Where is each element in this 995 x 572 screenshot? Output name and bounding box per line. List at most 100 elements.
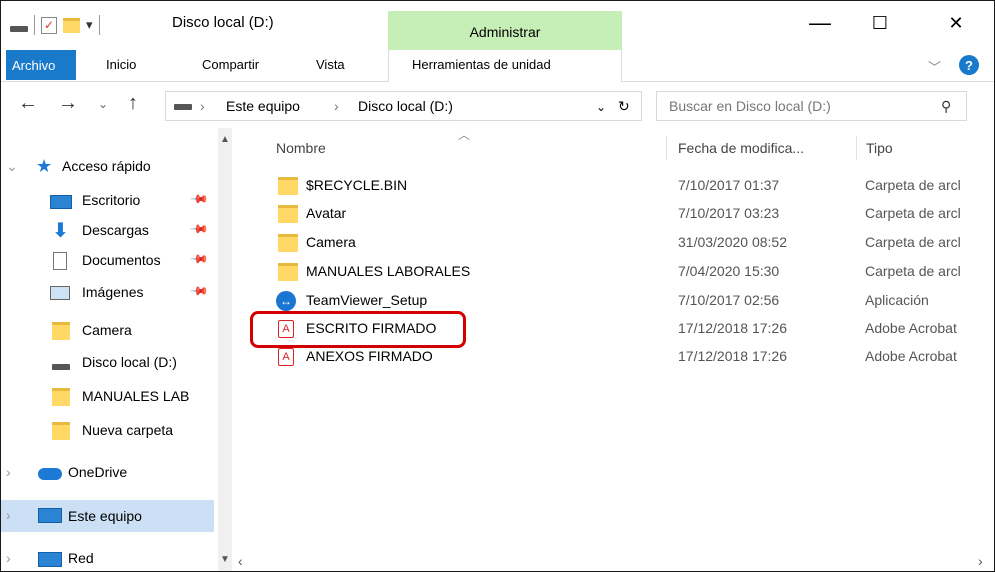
- nav-item-escritorio[interactable]: Escritorio 📌: [0, 186, 215, 216]
- toolbar-divider: [98, 15, 100, 35]
- help-icon[interactable]: ?: [959, 55, 979, 75]
- minimize-button[interactable]: —: [796, 6, 844, 40]
- horizontal-scrollbar[interactable]: ‹ ›: [232, 552, 995, 572]
- nav-red[interactable]: › Red: [0, 544, 215, 572]
- expand-ribbon-icon[interactable]: ﹀: [928, 57, 941, 76]
- nav-item-manuales[interactable]: MANUALES LAB: [0, 382, 215, 412]
- cloud-icon: [38, 468, 62, 480]
- back-icon[interactable]: ←: [18, 92, 38, 115]
- address-history-icon[interactable]: ⌄: [596, 100, 606, 114]
- file-type: Carpeta de arcl: [865, 205, 961, 221]
- nav-onedrive[interactable]: › OneDrive: [0, 458, 215, 488]
- folder-icon: [278, 205, 298, 223]
- search-icon[interactable]: ⚲: [941, 98, 951, 115]
- folder-icon: [278, 177, 298, 195]
- file-date: 7/04/2020 15:30: [678, 263, 780, 279]
- file-name: MANUALES LABORALES: [306, 263, 471, 279]
- network-icon: [38, 552, 62, 567]
- chevron-right-icon[interactable]: ›: [6, 507, 11, 523]
- file-date: 31/03/2020 08:52: [678, 234, 787, 250]
- refresh-icon[interactable]: ↻: [618, 98, 630, 115]
- tab-vista[interactable]: Vista: [316, 57, 345, 72]
- breadcrumb-separator-icon[interactable]: ›: [200, 98, 205, 114]
- column-header-date[interactable]: Fecha de modifica...: [678, 140, 804, 156]
- breadcrumb-separator-icon[interactable]: ›: [334, 98, 339, 114]
- pin-icon[interactable]: 📌: [189, 249, 209, 269]
- nav-label: Red: [68, 550, 94, 566]
- window-title: Disco local (D:): [172, 14, 274, 31]
- ribbon-tabs: Archivo Inicio Compartir Vista Herramien…: [0, 50, 995, 82]
- drive-icon: [52, 364, 70, 370]
- file-row[interactable]: Camera 31/03/2020 08:52 Carpeta de arcl: [272, 229, 987, 257]
- chevron-right-icon[interactable]: ›: [6, 550, 11, 566]
- forward-icon[interactable]: →: [58, 92, 78, 115]
- tab-herramientas-de-unidad[interactable]: Herramientas de unidad: [412, 57, 551, 72]
- breadcrumb-disco-local[interactable]: Disco local (D:): [358, 98, 453, 114]
- breadcrumb-este-equipo[interactable]: Este equipo: [226, 98, 300, 114]
- chevron-down-icon[interactable]: ⌄: [6, 158, 18, 175]
- up-icon[interactable]: ↑: [128, 92, 138, 115]
- nav-este-equipo[interactable]: › Este equipo: [0, 500, 214, 532]
- pin-icon[interactable]: 📌: [189, 281, 209, 301]
- close-button[interactable]: ✕: [932, 6, 980, 40]
- column-header-name[interactable]: Nombre: [276, 140, 326, 156]
- pin-icon[interactable]: 📌: [189, 219, 209, 239]
- column-header-type[interactable]: Tipo: [866, 140, 893, 156]
- file-row[interactable]: Avatar 7/10/2017 03:23 Carpeta de arcl: [272, 200, 987, 228]
- column-divider[interactable]: [666, 136, 667, 160]
- customize-toolbar-icon[interactable]: ▾: [86, 17, 93, 33]
- desktop-icon: [50, 195, 72, 209]
- file-name: ANEXOS FIRMADO: [306, 348, 433, 364]
- nav-item-nueva-carpeta[interactable]: Nueva carpeta: [0, 416, 215, 446]
- scroll-down-icon[interactable]: ▼: [220, 554, 230, 565]
- search-placeholder: Buscar en Disco local (D:): [669, 98, 831, 114]
- nav-item-camera[interactable]: Camera: [0, 316, 215, 346]
- pin-icon[interactable]: 📌: [189, 189, 209, 209]
- nav-item-documentos[interactable]: Documentos 📌: [0, 246, 215, 276]
- nav-item-imagenes[interactable]: Imágenes 📌: [0, 278, 215, 308]
- scroll-right-icon[interactable]: ›: [978, 553, 983, 569]
- file-type: Aplicación: [865, 292, 929, 308]
- nav-label: Documentos: [82, 252, 161, 268]
- nav-label: Imágenes: [82, 284, 144, 300]
- file-type: Carpeta de arcl: [865, 177, 961, 193]
- tab-compartir[interactable]: Compartir: [202, 57, 259, 72]
- scroll-left-icon[interactable]: ‹: [238, 553, 243, 569]
- nav-label: MANUALES LAB: [82, 388, 190, 404]
- folder-icon: [52, 422, 70, 440]
- folder-icon: [52, 322, 70, 340]
- nav-label: Descargas: [82, 222, 149, 238]
- file-type: Adobe Acrobat: [865, 320, 957, 336]
- new-folder-icon[interactable]: [63, 17, 80, 33]
- nav-item-descargas[interactable]: ⬇ Descargas 📌: [0, 216, 215, 246]
- file-name: $RECYCLE.BIN: [306, 177, 408, 193]
- file-date: 17/12/2018 17:26: [678, 320, 787, 336]
- pdf-icon: A: [278, 348, 294, 366]
- tab-archivo[interactable]: Archivo: [6, 50, 76, 80]
- nav-scrollbar[interactable]: ▲ ▼: [218, 128, 232, 572]
- drive-icon: [10, 26, 28, 32]
- properties-icon[interactable]: ✓: [41, 16, 57, 34]
- file-row[interactable]: $RECYCLE.BIN 7/10/2017 01:37 Carpeta de …: [272, 172, 987, 200]
- recent-locations-icon[interactable]: ⌄: [98, 97, 108, 111]
- folder-icon: [278, 263, 298, 281]
- file-row[interactable]: MANUALES LABORALES 7/04/2020 15:30 Carpe…: [272, 258, 987, 286]
- sort-ascending-icon: ︿: [458, 128, 471, 142]
- documents-icon: [53, 252, 67, 270]
- search-input[interactable]: Buscar en Disco local (D:) ⚲: [656, 91, 967, 121]
- nav-label: OneDrive: [68, 464, 128, 480]
- download-icon: ⬇: [52, 220, 69, 242]
- chevron-right-icon[interactable]: ›: [6, 464, 11, 480]
- file-date: 7/10/2017 03:23: [678, 205, 780, 221]
- column-divider[interactable]: [856, 136, 857, 160]
- address-bar[interactable]: › Este equipo › Disco local (D:) ⌄ ↻: [165, 91, 642, 121]
- nav-item-disco-local[interactable]: Disco local (D:): [0, 348, 215, 378]
- toolbar-divider: [34, 15, 35, 35]
- nav-quick-access[interactable]: ⌄ ★ Acceso rápido: [0, 152, 215, 182]
- maximize-button[interactable]: ☐: [856, 6, 904, 40]
- tab-inicio[interactable]: Inicio: [106, 57, 136, 72]
- nav-label: Acceso rápido: [62, 158, 151, 174]
- scroll-up-icon[interactable]: ▲: [220, 134, 230, 145]
- nav-label: Este equipo: [68, 508, 142, 524]
- title-bar: ✓ ▾ Disco local (D:) Administrar — ☐ ✕: [0, 0, 995, 50]
